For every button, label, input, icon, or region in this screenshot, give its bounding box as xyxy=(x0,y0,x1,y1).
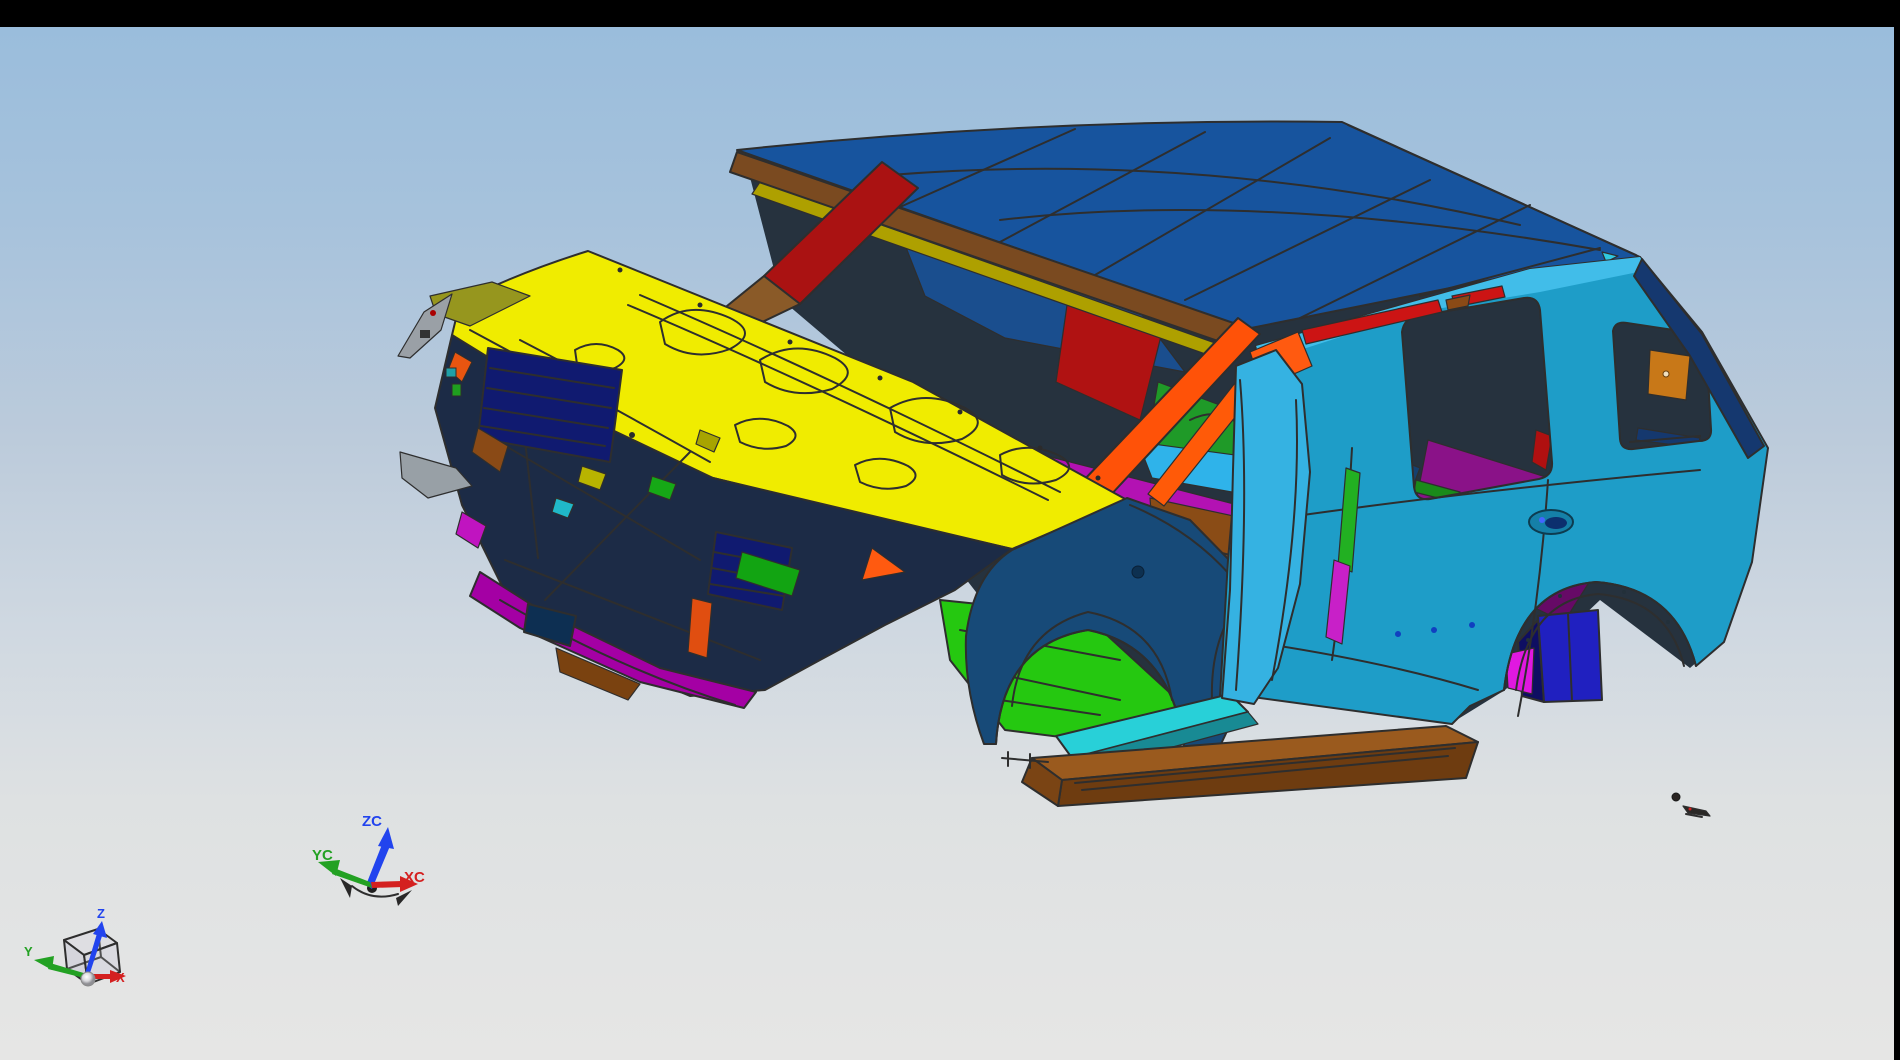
xc-axis-arrow xyxy=(371,881,403,888)
zc-axis-label: ZC xyxy=(362,813,382,830)
loose-parts xyxy=(1672,793,1710,817)
z-axis-label: Z xyxy=(97,906,105,921)
origin-ball xyxy=(81,972,95,986)
wcs-triad[interactable]: ZC YC XC xyxy=(312,813,425,906)
cad-application-window: ZC YC XC Z Y X xyxy=(0,0,1900,1060)
model-scene[interactable]: ZC YC XC Z Y X xyxy=(0,0,1900,1060)
x-axis-label: X xyxy=(116,970,125,985)
datum-csys-triad[interactable]: Z Y X xyxy=(24,906,126,986)
yc-axis-label: YC xyxy=(312,847,333,864)
y-axis-label: Y xyxy=(24,944,33,959)
xc-axis-label: XC xyxy=(404,869,425,886)
